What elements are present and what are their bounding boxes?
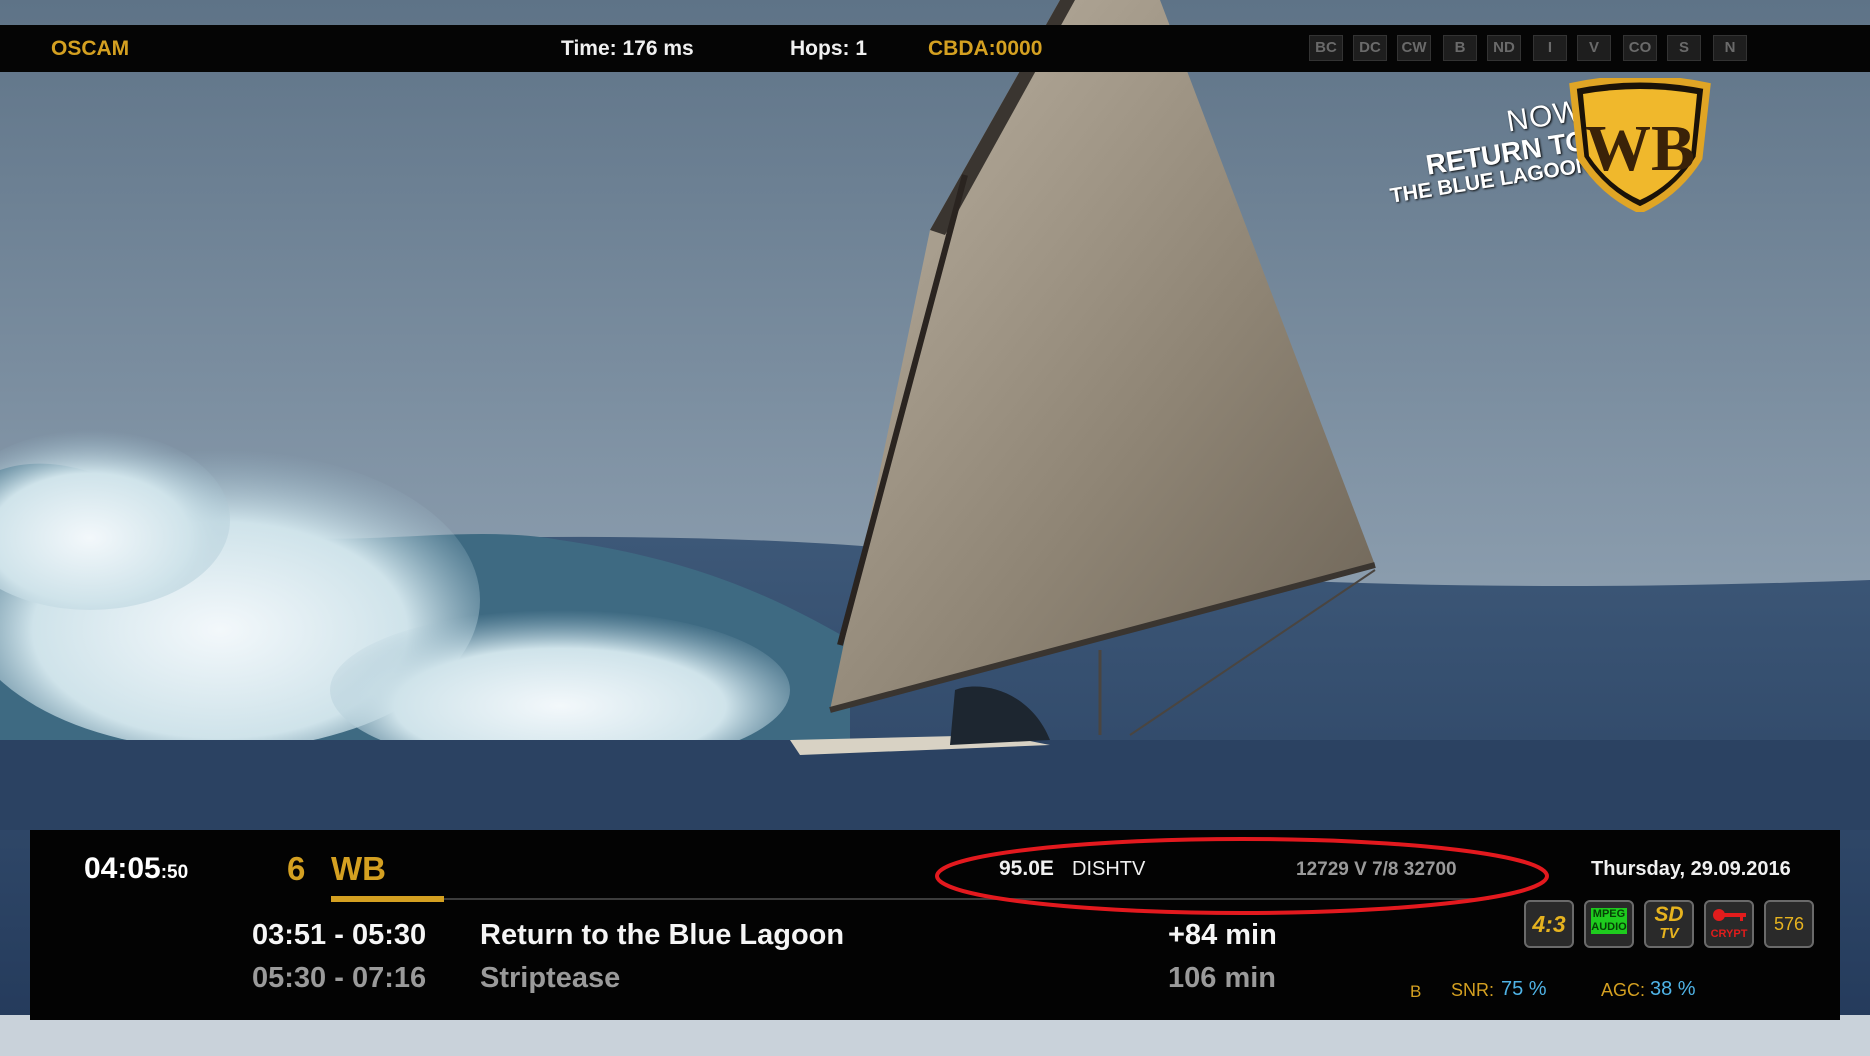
- next-event-duration: 106 min: [1168, 962, 1276, 994]
- clock: 04:05:50: [84, 852, 188, 886]
- now-event-time: 03:51 - 05:30: [252, 919, 427, 951]
- flag-dc: DC: [1353, 35, 1387, 61]
- hops-count: Hops: 1: [790, 37, 868, 60]
- crypt-key-icon: CRYPT: [1704, 900, 1754, 948]
- event-progress-bar: [331, 896, 444, 902]
- tuner-letter: B: [1410, 982, 1422, 1001]
- sd-icon-line1: SD: [1654, 903, 1684, 926]
- agc-label: AGC:: [1601, 980, 1646, 1000]
- date-label: Thursday, 29.09.2016: [1591, 858, 1791, 880]
- channel-name: WB: [331, 850, 386, 887]
- mpeg-audio-icon: MPEG AUDIO: [1584, 900, 1634, 948]
- caid-label: CBDA:0000: [928, 37, 1043, 60]
- ecm-time: Time: 176 ms: [561, 37, 694, 60]
- snr-label: SNR:: [1451, 980, 1495, 1000]
- flag-i: I: [1533, 35, 1567, 61]
- flag-cw: CW: [1397, 35, 1431, 61]
- aspect-ratio-icon: 4:3: [1524, 900, 1574, 948]
- flag-v: V: [1577, 35, 1611, 61]
- audio-icon-line1: MPEG: [1591, 908, 1627, 921]
- channel-infobar: 04:05:50 6 WB 95.0E DISHTV 12729 V 7/8 3…: [30, 830, 1840, 1020]
- clock-seconds: :50: [160, 862, 189, 883]
- channel-number: 6: [287, 850, 306, 887]
- next-event-time: 05:30 - 07:16: [252, 962, 427, 994]
- audio-icon-line2: AUDIO: [1591, 921, 1627, 934]
- flag-s: S: [1667, 35, 1701, 61]
- flag-bc: BC: [1309, 35, 1343, 61]
- next-event-title: Striptease: [480, 962, 621, 994]
- flag-b: B: [1443, 35, 1477, 61]
- agc-value: 38 %: [1650, 978, 1696, 1000]
- flag-co: CO: [1623, 35, 1657, 61]
- oscam-info-bar: OSCAM Time: 176 ms Hops: 1 CBDA:0000 BC …: [0, 25, 1870, 72]
- key-icon: [1713, 909, 1746, 921]
- resolution-icon: 576: [1764, 900, 1814, 948]
- sd-icon-line2: TV: [1659, 925, 1679, 942]
- clock-time: 04:05: [84, 852, 161, 885]
- now-event-remaining: +84 min: [1168, 919, 1277, 951]
- oscam-label: OSCAM: [51, 37, 130, 60]
- wb-shield-logo: WB: [1569, 78, 1711, 212]
- crypt-icon-label: CRYPT: [1710, 928, 1748, 940]
- highlight-oval: [935, 837, 1549, 915]
- snr-value: 75 %: [1501, 978, 1547, 1000]
- wb-logo-text: WB: [1585, 112, 1695, 185]
- flag-n: N: [1713, 35, 1747, 61]
- sd-tv-icon: SD TV: [1644, 900, 1694, 948]
- now-event-title: Return to the Blue Lagoon: [480, 919, 845, 951]
- flag-nd: ND: [1487, 35, 1521, 61]
